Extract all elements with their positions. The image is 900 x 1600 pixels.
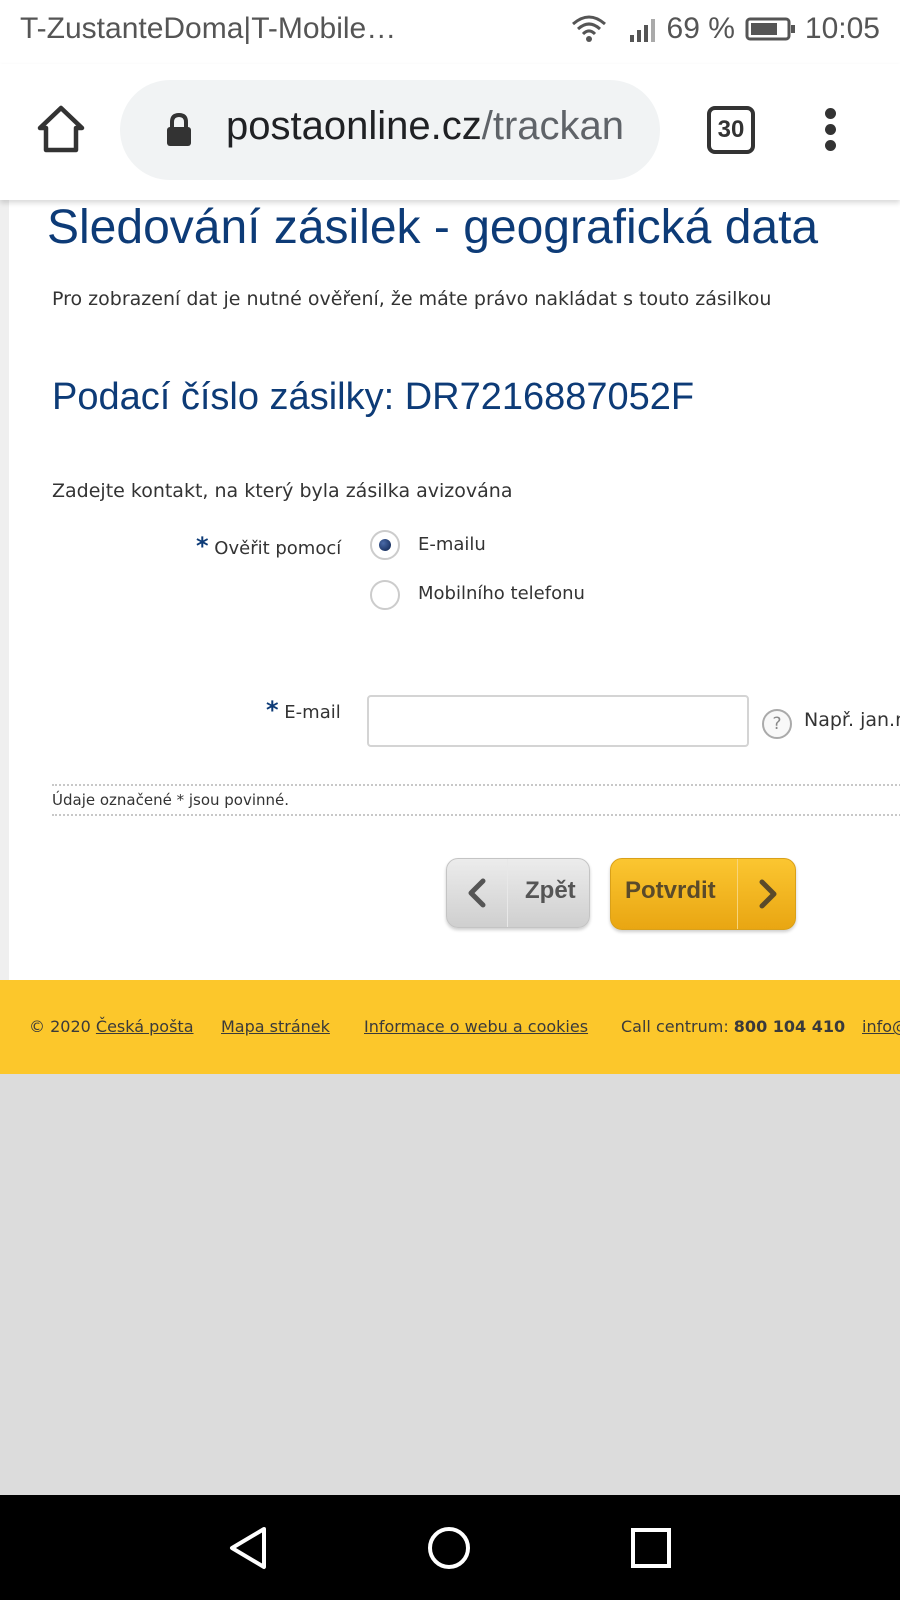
confirm-button-label: Potvrdit	[625, 877, 716, 904]
footer-brand-link[interactable]: Česká pošta	[96, 1017, 194, 1036]
browser-toolbar: postaonline.cz/trackan 30	[0, 64, 900, 200]
page-title: Sledování zásilek - geografická data	[47, 201, 819, 254]
parcel-number-heading: Podací číslo zásilky: DR7216887052F	[52, 376, 695, 418]
carrier-name: T-ZustanteDoma|T-Mobile…	[20, 12, 397, 45]
required-note: Údaje označené * jsou povinné.	[52, 784, 900, 816]
url-text: postaonline.cz/trackan	[226, 104, 624, 149]
battery-icon	[745, 16, 797, 42]
footer-call-center: Call centrum: 800 104 410	[621, 1017, 846, 1036]
tab-switcher-button[interactable]: 30	[707, 106, 755, 154]
clock: 10:05	[804, 12, 880, 45]
system-nav-bar	[0, 1495, 900, 1600]
overflow-menu-icon[interactable]	[818, 108, 842, 152]
radio-email-label[interactable]: E-mailu	[418, 534, 486, 555]
site-footer: © 2020 Česká pošta Mapa stránek Informac…	[0, 980, 900, 1074]
back-button[interactable]: Zpět	[446, 858, 590, 928]
footer-email-link[interactable]: info@	[862, 1017, 900, 1036]
radio-email[interactable]	[370, 530, 400, 560]
verify-label: * Ověřit pomocí	[196, 532, 342, 560]
call-center-number: 800 104 410	[733, 1017, 846, 1036]
intro-text: Pro zobrazení dat je nutné ověření, že m…	[52, 288, 772, 310]
url-path: /trackan	[481, 104, 625, 148]
footer-copyright: © 2020 Česká pošta	[29, 1017, 194, 1036]
instruction-text: Zadejte kontakt, na který byla zásilka a…	[52, 480, 513, 502]
address-bar[interactable]: postaonline.cz/trackan	[120, 80, 660, 180]
radio-mobile-label[interactable]: Mobilního telefonu	[418, 583, 585, 604]
signal-icon	[629, 15, 659, 43]
chevron-left-icon	[447, 859, 508, 927]
home-circle-icon[interactable]	[426, 1525, 472, 1571]
back-triangle-icon[interactable]	[226, 1525, 272, 1571]
email-field[interactable]	[367, 695, 749, 747]
footer-info-link[interactable]: Informace o webu a cookies	[364, 1017, 588, 1036]
wifi-icon	[571, 14, 607, 44]
back-button-label: Zpět	[525, 877, 576, 904]
radio-mobile[interactable]	[370, 580, 400, 610]
help-icon[interactable]: ?	[762, 709, 792, 739]
footer-sitemap-link[interactable]: Mapa stránek	[221, 1017, 330, 1036]
url-domain: postaonline.cz	[226, 104, 482, 148]
status-bar: T-ZustanteDoma|T-Mobile… 69 % 10:05	[0, 0, 900, 64]
battery-percent: 69 %	[666, 12, 735, 45]
email-example: Např. jan.n	[804, 709, 900, 731]
page-content: Sledování zásilek - geografická data Pro…	[0, 200, 900, 980]
chevron-right-icon	[737, 859, 796, 929]
home-icon[interactable]	[34, 102, 88, 156]
confirm-button[interactable]: Potvrdit	[610, 858, 796, 930]
lock-icon	[164, 112, 194, 152]
recents-square-icon[interactable]	[628, 1525, 674, 1571]
email-label: * E-mail	[266, 696, 341, 724]
